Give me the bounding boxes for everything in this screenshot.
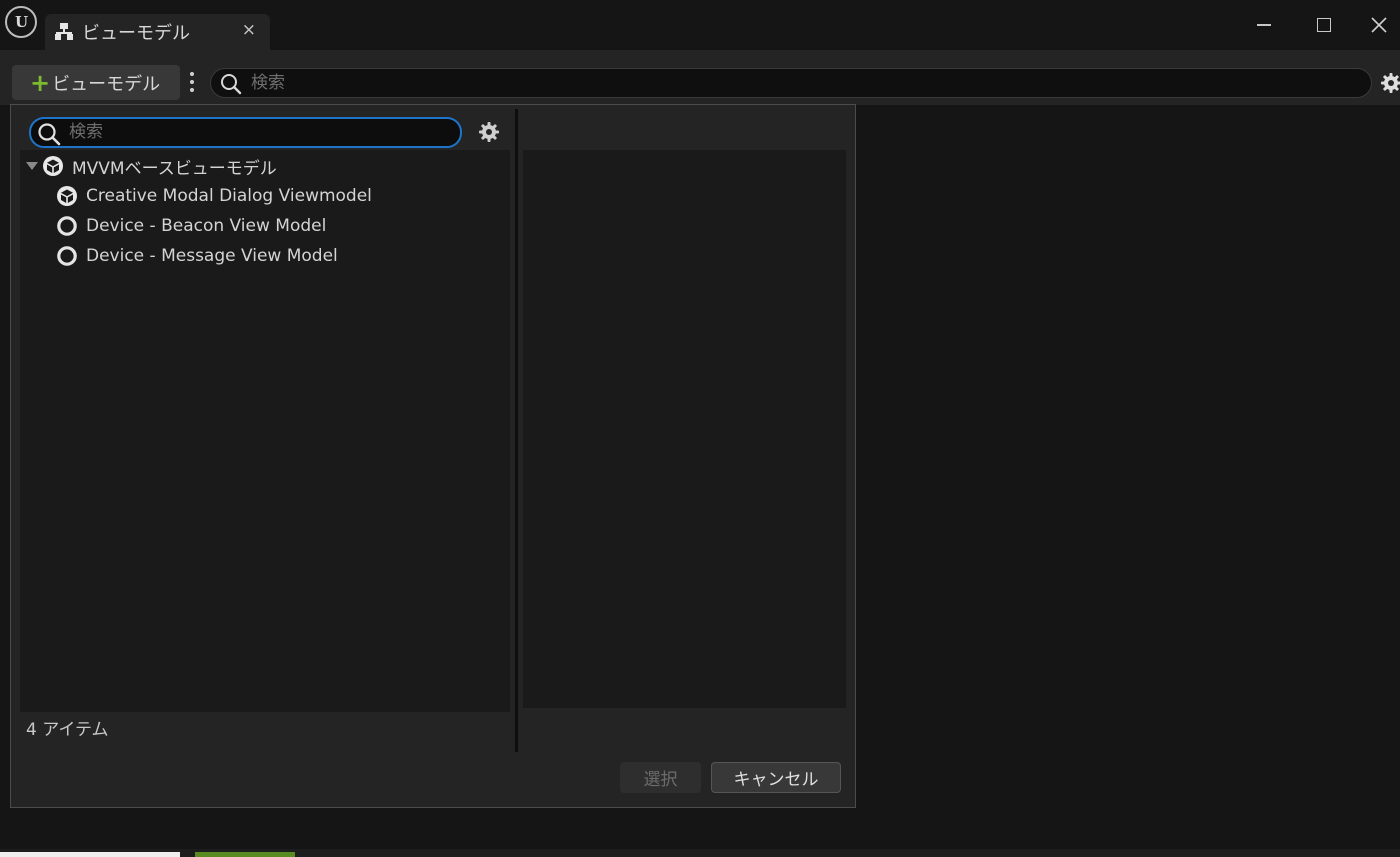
tab-label: ビューモデル — [82, 23, 190, 44]
add-viewmodel-button[interactable]: + ビューモデル — [12, 65, 180, 100]
pane-splitter[interactable] — [515, 109, 518, 752]
tree-item-creative-modal-dialog[interactable]: Creative Modal Dialog Viewmodel — [56, 182, 372, 210]
tree-item-device-message[interactable]: Device - Message View Model — [56, 242, 338, 270]
hierarchy-icon — [55, 23, 73, 40]
close-window-button[interactable] — [1357, 8, 1400, 42]
tab-viewmodel[interactable]: ビューモデル × — [45, 14, 270, 50]
background-thumbnail — [195, 852, 295, 857]
class-search[interactable] — [29, 117, 462, 148]
plus-icon: + — [30, 68, 51, 97]
background-content — [0, 852, 180, 857]
tree-item-label: Creative Modal Dialog Viewmodel — [86, 186, 372, 206]
circle-icon — [57, 246, 77, 266]
expand-arrow-icon[interactable] — [26, 162, 38, 170]
tree-item-mvvm-base[interactable]: MVVMベースビューモデル — [26, 152, 277, 180]
more-options-icon[interactable] — [184, 69, 200, 97]
view-options-gear-icon[interactable] — [478, 121, 500, 143]
app-window: U ビューモデル × + ビューモデル 検索 検索 MVVMベースビューモデル … — [0, 0, 1400, 857]
tree-item-device-beacon[interactable]: Device - Beacon View Model — [56, 212, 326, 240]
cube-icon — [57, 186, 77, 206]
title-bar: U ビューモデル × — [0, 0, 1400, 50]
tree-item-label: Device - Beacon View Model — [86, 216, 327, 236]
cancel-button[interactable]: キャンセル — [711, 762, 841, 793]
search-icon — [38, 123, 61, 146]
unreal-logo-icon[interactable]: U — [5, 6, 37, 38]
close-icon — [1371, 17, 1387, 33]
tree-item-label: MVVMベースビューモデル — [72, 158, 277, 179]
minimize-button[interactable] — [1242, 8, 1286, 42]
toolbar: + ビューモデル — [0, 50, 1400, 105]
toolbar-search-input[interactable] — [251, 71, 1351, 95]
tab-close-icon[interactable]: × — [242, 20, 256, 40]
class-search-input[interactable] — [69, 120, 449, 144]
item-count: 4 アイテム — [26, 720, 109, 740]
tree-item-label: Device - Message View Model — [86, 246, 338, 266]
toolbar-search[interactable] — [210, 68, 1372, 98]
select-button[interactable]: 選択 — [620, 762, 701, 793]
settings-gear-icon[interactable] — [1380, 72, 1400, 94]
circle-icon — [57, 216, 77, 236]
details-panel — [523, 150, 846, 708]
search-icon — [221, 74, 242, 95]
add-viewmodel-label: ビューモデル — [52, 73, 161, 95]
maximize-button[interactable] — [1302, 8, 1346, 42]
cube-icon — [43, 156, 63, 176]
viewmodel-picker-dialog: MVVMベースビューモデル Creative Modal Dialog View… — [10, 104, 856, 808]
